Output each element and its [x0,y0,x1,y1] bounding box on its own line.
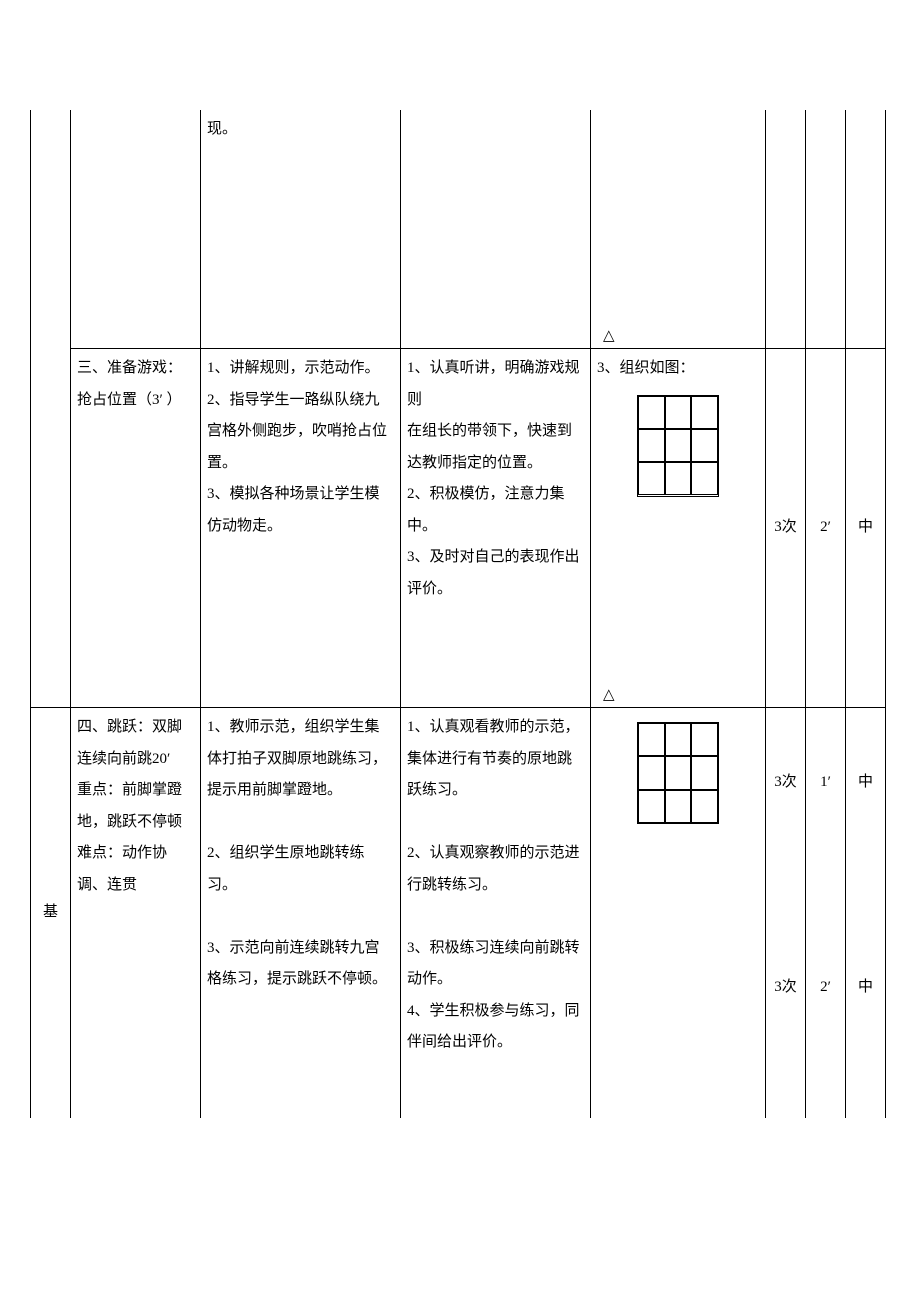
text: 三、准备游戏：抢占位置（3′ ） [77,360,182,408]
text: 2′ [820,519,831,535]
text: 中 [858,519,873,535]
table-row: 三、准备游戏：抢占位置（3′ ） 1、讲解规则，示范动作。 2、指导学生一路纵队… [31,349,886,708]
text: 3次 [774,519,797,535]
table-row: 基 四、跳跃：双脚连续向前跳20′ 重点：前脚掌蹬地，跳跃不停顿难点：动作协调、… [31,708,886,858]
teacher-activity-cell: 1、讲解规则，示范动作。 2、指导学生一路纵队绕九宫格外侧跑步，吹哨抢占位置。 … [201,349,401,708]
side-header-cell [31,349,71,708]
document-page: 现。 △ 三、准备游戏：抢占位置（3′ ） 1、讲解规则，示范动作。 2、指导学… [0,0,920,1303]
intensity-cell: 中 [846,708,886,858]
activity-name-cell: 四、跳跃：双脚连续向前跳20′ 重点：前脚掌蹬地，跳跃不停顿难点：动作协调、连贯 [71,708,201,1118]
student-activity-cell: 1、认真听讲，明确游戏规则 在组长的带领下，快速到达教师指定的位置。 2、积极模… [401,349,591,708]
content-cell [401,110,591,349]
activity-name-cell: 三、准备游戏：抢占位置（3′ ） [71,349,201,708]
content-cell: 现。 [201,110,401,349]
text: 3次 [774,774,797,790]
side-header-cell: 基 [31,708,71,1118]
side-header-cell [31,110,71,349]
text: 1、讲解规则，示范动作。 2、指导学生一路纵队绕九宫格外侧跑步，吹哨抢占位置。 … [207,360,387,534]
text: 中 [858,774,873,790]
intensity-cell: 中 [846,349,886,708]
content-cell [766,110,806,349]
content-cell [846,110,886,349]
grid-3x3-icon [637,722,719,824]
text: 四、跳跃：双脚连续向前跳20′ 重点：前脚掌蹬地，跳跃不停顿难点：动作协调、连贯 [77,719,182,893]
text: 2′ [820,979,831,995]
table-row: 现。 △ [31,110,886,349]
lesson-plan-table: 现。 △ 三、准备游戏：抢占位置（3′ ） 1、讲解规则，示范动作。 2、指导学… [30,110,886,1118]
text: 1、认真听讲，明确游戏规则 在组长的带领下，快速到达教师指定的位置。 2、积极模… [407,360,580,597]
organization-cell: 3、组织如图： △ [591,349,766,708]
grid-3x3-icon [637,395,719,497]
time-cell: 1′ [806,708,846,858]
count-cell: 3次 [766,858,806,1118]
triangle-icon: △ [603,329,615,344]
text: 1、认真观看教师的示范，集体进行有节奏的原地跳跃练习。 2、认真观察教师的示范进… [407,719,580,1050]
text: 中 [858,979,873,995]
organization-cell [591,708,766,1118]
content-cell [806,110,846,349]
time-cell: 2′ [806,858,846,1118]
text: 1、教师示范，组织学生集体打拍子双脚原地跳练习，提示用前脚掌蹬地。 2、组织学生… [207,719,387,987]
text: 1′ [820,774,831,790]
triangle-icon: △ [603,688,615,703]
intensity-cell: 中 [846,858,886,1118]
text: 现。 [207,121,237,137]
text: 3、组织如图： [597,360,695,376]
student-activity-cell: 1、认真观看教师的示范，集体进行有节奏的原地跳跃练习。 2、认真观察教师的示范进… [401,708,591,1118]
text: 3次 [774,979,797,995]
count-cell: 3次 [766,708,806,858]
time-cell: 2′ [806,349,846,708]
content-cell: △ [591,110,766,349]
count-cell: 3次 [766,349,806,708]
content-cell [71,110,201,349]
text: 基 [43,904,58,920]
teacher-activity-cell: 1、教师示范，组织学生集体打拍子双脚原地跳练习，提示用前脚掌蹬地。 2、组织学生… [201,708,401,1118]
